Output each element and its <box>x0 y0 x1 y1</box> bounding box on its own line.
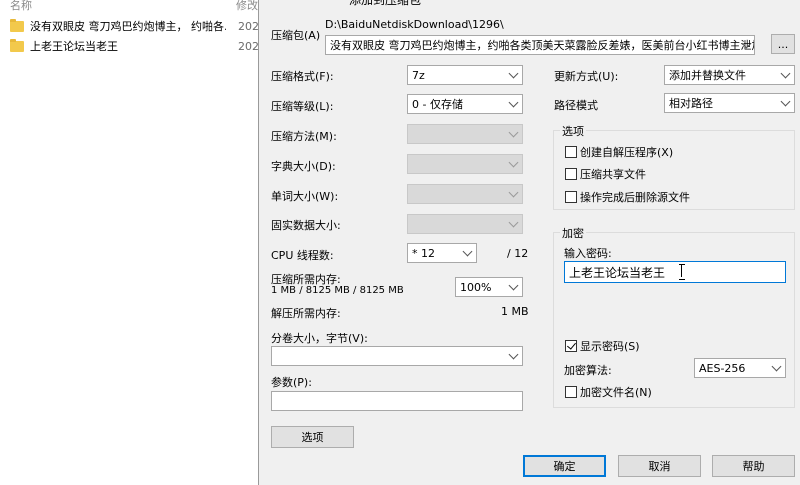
archive-name-combobox[interactable]: 没有双眼皮 弯刀鸡巴约炮博主，约啪各类顶美天菜露脸反差婊，医美前台小红书博主泄加 <box>325 35 755 55</box>
dialog-titlebar[interactable]: 添加到压缩包 <box>259 0 800 8</box>
create-sfx-checkbox[interactable]: 创建自解压程序(X) <box>565 144 673 160</box>
column-name-header[interactable]: 名称 <box>10 0 32 13</box>
encryption-method-select[interactable]: AES-256 <box>694 358 786 378</box>
level-select[interactable]: 0 - 仅存储 <box>407 94 523 114</box>
text-cursor-icon <box>679 264 685 280</box>
chevron-down-icon <box>508 349 519 360</box>
show-password-label: 显示密码(S) <box>580 340 640 353</box>
encrypt-names-checkbox[interactable]: 加密文件名(N) <box>565 384 652 400</box>
chevron-down-icon <box>508 157 519 168</box>
solid-label: 固实数据大小: <box>271 219 341 232</box>
column-date-header[interactable]: 修改 <box>236 0 258 13</box>
update-mode-value: 添加并替换文件 <box>669 69 746 82</box>
params-label: 参数(P): <box>271 376 312 389</box>
level-value: 0 - 仅存储 <box>412 98 463 111</box>
file-name: 上老王论坛当老王 <box>30 40 118 53</box>
file-row[interactable]: 没有双眼皮 弯刀鸡巴约炮博主， 约啪各... 202 <box>10 16 260 36</box>
help-button[interactable]: 帮助 <box>712 455 795 477</box>
level-label: 压缩等级(L): <box>271 100 334 113</box>
cpu-max: / 12 <box>507 247 529 260</box>
path-mode-select[interactable]: 相对路径 <box>664 93 795 113</box>
file-name: 没有双眼皮 弯刀鸡巴约炮博主， 约啪各... <box>30 20 226 33</box>
volume-size-combobox[interactable] <box>271 346 523 366</box>
create-sfx-label: 创建自解压程序(X) <box>580 146 674 159</box>
archive-path: D:\BaiduNetdiskDownload\1296\ <box>325 18 504 31</box>
password-label: 输入密码: <box>564 247 612 260</box>
format-select[interactable]: 7z <box>407 65 523 85</box>
chevron-down-icon <box>771 361 782 372</box>
show-password-checkbox[interactable]: 显示密码(S) <box>565 338 640 354</box>
memory-decompress-label: 解压所需内存: <box>271 307 341 320</box>
memory-compress-value: 1 MB / 8125 MB / 8125 MB <box>271 285 404 296</box>
compress-shared-label: 压缩共享文件 <box>580 168 646 181</box>
password-input[interactable]: 上老王论坛当老王 <box>564 261 786 283</box>
format-label: 压缩格式(F): <box>271 70 334 83</box>
chevron-down-icon <box>508 68 519 79</box>
encryption-method-label: 加密算法: <box>564 364 612 377</box>
folder-icon <box>10 38 24 52</box>
file-date: 202 <box>238 19 259 33</box>
explorer-header: 名称 修改 <box>0 0 260 14</box>
file-row[interactable]: 上老王论坛当老王 202 <box>10 36 260 56</box>
path-mode-value: 相对路径 <box>669 97 713 110</box>
method-label: 压缩方法(M): <box>271 130 337 143</box>
word-label: 单词大小(W): <box>271 190 339 203</box>
password-value: 上老王论坛当老王 <box>569 265 666 280</box>
memory-percent-value: 100% <box>460 280 492 294</box>
cpu-label: CPU 线程数: <box>271 249 334 262</box>
chevron-down-icon <box>508 217 519 228</box>
cpu-threads-value: * 12 <box>412 246 435 260</box>
memory-percent-select[interactable]: 100% <box>455 277 523 297</box>
cpu-threads-select[interactable]: * 12 <box>407 243 477 263</box>
encrypt-names-label: 加密文件名(N) <box>580 386 652 399</box>
word-select <box>407 184 523 204</box>
archive-label: 压缩包(A) <box>271 29 321 42</box>
browse-button[interactable]: ... <box>771 34 795 54</box>
delete-after-label: 操作完成后删除源文件 <box>580 191 690 204</box>
archive-name-value: 没有双眼皮 弯刀鸡巴约炮博主，约啪各类顶美天菜露脸反差婊，医美前台小红书博主泄加 <box>330 39 755 52</box>
solid-select <box>407 214 523 234</box>
chevron-down-icon <box>780 68 791 79</box>
checkbox-box[interactable] <box>565 386 577 398</box>
chevron-down-icon <box>462 246 473 257</box>
folder-icon <box>10 18 24 32</box>
path-mode-label: 路径模式 <box>554 99 598 112</box>
checkbox-box[interactable] <box>565 146 577 158</box>
cancel-button[interactable]: 取消 <box>618 455 701 477</box>
params-input[interactable] <box>271 391 523 411</box>
checkbox-box[interactable] <box>565 340 577 352</box>
chevron-down-icon <box>508 280 519 291</box>
chevron-down-icon <box>508 187 519 198</box>
method-select <box>407 124 523 144</box>
chevron-down-icon <box>780 96 791 107</box>
memory-decompress-value: 1 MB <box>501 305 529 318</box>
chevron-down-icon <box>508 97 519 108</box>
dict-select <box>407 154 523 174</box>
file-explorer-pane: 名称 修改 没有双眼皮 弯刀鸡巴约炮博主， 约啪各... 202 上老王论坛当老… <box>0 0 260 485</box>
delete-after-checkbox[interactable]: 操作完成后删除源文件 <box>565 189 690 205</box>
options-group-title: 选项 <box>560 123 586 139</box>
ok-button[interactable]: 确定 <box>523 455 606 477</box>
add-to-archive-dialog: 添加到压缩包 压缩包(A) D:\BaiduNetdiskDownload\12… <box>258 0 800 485</box>
chevron-down-icon <box>508 127 519 138</box>
dialog-title: 添加到压缩包 <box>349 0 422 7</box>
update-mode-select[interactable]: 添加并替换文件 <box>664 65 795 85</box>
dict-label: 字典大小(D): <box>271 160 336 173</box>
options-button[interactable]: 选项 <box>271 426 354 448</box>
encryption-group-title: 加密 <box>560 225 586 241</box>
format-value: 7z <box>412 68 425 82</box>
checkbox-box[interactable] <box>565 191 577 203</box>
file-date: 202 <box>238 39 259 53</box>
update-label: 更新方式(U): <box>554 70 619 83</box>
encryption-method-value: AES-256 <box>699 361 746 375</box>
checkbox-box[interactable] <box>565 168 577 180</box>
volume-label: 分卷大小，字节(V): <box>271 332 368 345</box>
compress-shared-checkbox[interactable]: 压缩共享文件 <box>565 166 646 182</box>
